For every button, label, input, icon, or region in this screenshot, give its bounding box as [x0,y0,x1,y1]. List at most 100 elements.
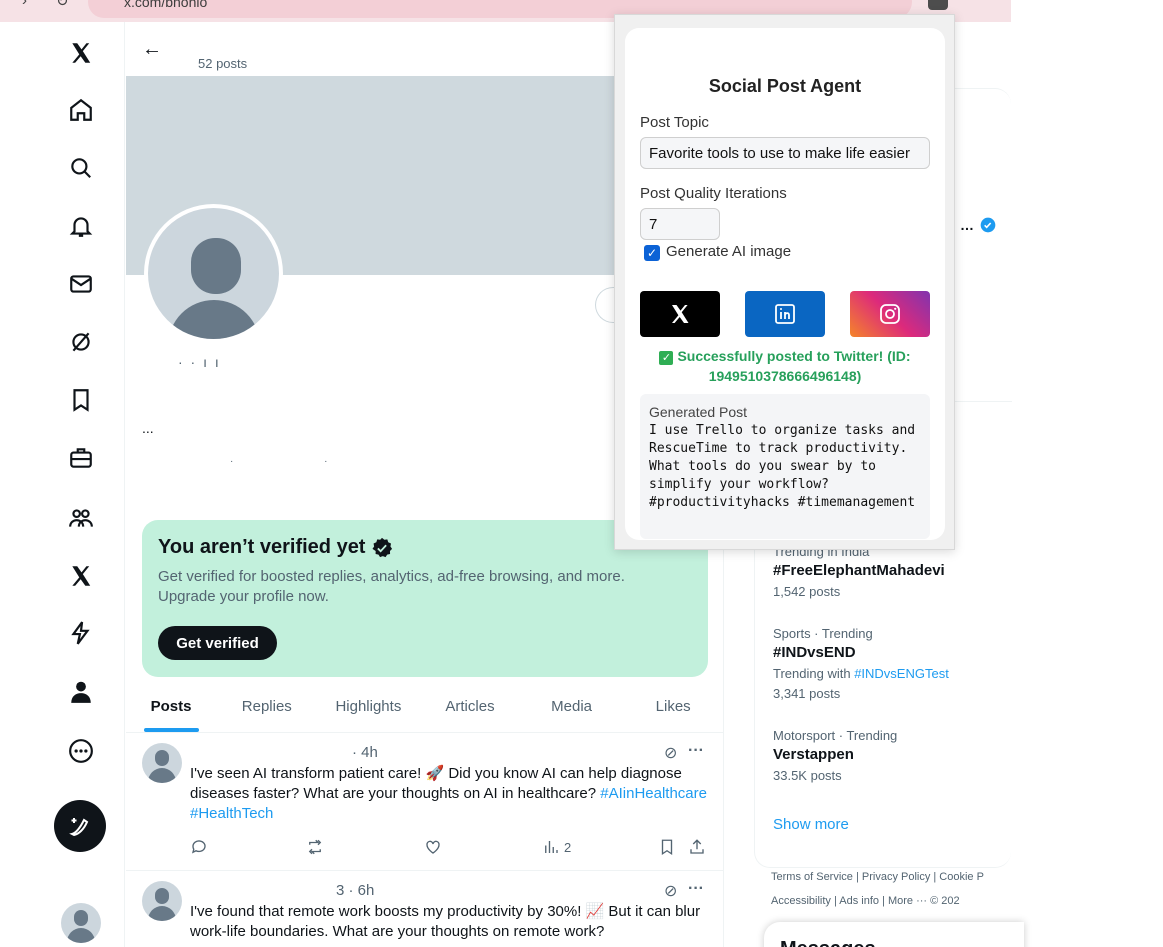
extension-icon[interactable] [928,0,948,10]
tweet-text: I've seen AI transform patient care! 🚀 D… [190,764,710,824]
profile-name: · · ı ı [178,354,221,370]
instagram-icon [880,304,900,324]
views-count: 2 [564,839,572,855]
repost-icon[interactable] [306,838,324,856]
tweet-avatar[interactable] [142,881,182,921]
post-to-instagram-button[interactable] [850,291,930,337]
reload-icon[interactable]: ↻ [56,0,69,10]
like-icon[interactable] [424,838,442,856]
trend-item[interactable]: Sports · Trending #INDvsEND Trending wit… [773,626,949,701]
tweet[interactable]: · 4h ⊘ ··· I've seen AI transform patien… [126,734,724,871]
trend-count: 1,542 posts [773,584,841,599]
trend-item[interactable]: Motorsport · Trending Verstappen 33.5K p… [773,728,897,783]
views-icon[interactable]: 2 [542,838,571,856]
grok-icon[interactable]: ⊘ [664,743,677,763]
trend-category: Sports · Trending [773,626,873,641]
left-nav [0,22,125,947]
trend-item[interactable]: Trending in India #FreeElephantMahadevi … [773,544,945,599]
verified-orgs-icon[interactable] [62,614,100,652]
tab-media[interactable]: Media [521,680,623,732]
home-icon[interactable] [62,91,100,129]
grok-icon[interactable] [62,323,100,361]
forward-icon[interactable]: › [22,0,27,9]
tab-articles[interactable]: Articles [419,680,521,732]
tweet-timestamp[interactable]: 3 · 6h [336,882,374,899]
share-icon[interactable] [688,838,706,856]
messages-icon[interactable] [62,265,100,303]
iterations-input[interactable] [640,208,720,240]
iterations-label: Post Quality Iterations [640,185,787,202]
generated-post-label: Generated Post [649,404,748,420]
show-more-link[interactable]: Show more [773,816,849,833]
tab-highlights[interactable]: Highlights [318,680,420,732]
profile-tabs: Posts Replies Highlights Articles Media … [126,680,724,733]
linkedin-icon [775,304,795,324]
footer-links-row-2[interactable]: Accessibility | Ads info | More ··· © 20… [771,895,960,907]
profile-icon[interactable] [62,673,100,711]
generated-post-box: Generated Post I use Trello to organize … [640,394,930,539]
viewport-edge [1011,0,1163,947]
x-logo-icon [672,305,689,323]
trend-related: Trending with #INDvsENGTest [773,666,949,681]
tweet-avatar[interactable] [142,743,182,783]
jobs-icon[interactable] [62,439,100,477]
post-to-linkedin-button[interactable] [745,291,825,337]
trend-name: #INDvsEND [773,644,856,661]
bookmark-icon[interactable] [658,838,676,856]
compose-post-button[interactable] [54,800,106,852]
profile-avatar[interactable] [144,204,283,343]
search-icon[interactable] [62,149,100,187]
post-topic-label: Post Topic [640,114,709,131]
footer-links-row-1[interactable]: Terms of Service | Privacy Policy | Cook… [771,871,984,883]
communities-icon[interactable] [62,499,100,537]
truncated-user-ellipsis: … [960,217,974,233]
post-status-text: Successfully posted to Twitter! (ID: 194… [677,348,911,384]
trend-name: #FreeElephantMahadevi [773,562,945,579]
verify-description: Get verified for boosted replies, analyt… [158,568,625,605]
popup-card: Social Post Agent Post Topic Post Qualit… [625,28,945,540]
post-status-message: ✓ Successfully posted to Twitter! (ID: 19… [645,346,925,386]
messages-title: Messages [780,938,876,947]
address-text[interactable]: x.com/bnohio [124,0,207,10]
profile-meta: · · [230,456,372,467]
messages-drawer[interactable]: Messages [764,922,1024,947]
verify-title: You aren’t verified yet [158,536,692,559]
post-topic-input[interactable] [640,137,930,169]
trend-related-link[interactable]: #INDvsENGTest [854,666,949,681]
extension-popup: Social Post Agent Post Topic Post Qualit… [614,14,955,550]
notifications-icon[interactable] [62,207,100,245]
more-options-icon[interactable]: ··· [688,880,704,898]
popup-title: Social Post Agent [708,76,862,96]
trend-related-label: Trending with [773,666,851,681]
bookmarks-icon[interactable] [62,381,100,419]
trend-category: Motorsport · Trending [773,728,898,743]
tweet[interactable]: 3 · 6h ⊘ ··· I've found that remote work… [126,871,724,947]
more-icon[interactable] [62,732,100,770]
ai-image-label[interactable]: Generate AI image [666,243,791,260]
tab-replies[interactable]: Replies [216,680,318,732]
account-avatar[interactable] [61,903,101,943]
x-logo-icon[interactable] [62,34,100,72]
verified-badge-icon [980,217,996,233]
generated-post-text[interactable]: I use Trello to organize tasks and Rescu… [649,422,921,512]
trend-count: 3,341 posts [773,686,841,701]
trend-count: 33.5K posts [773,768,842,783]
grok-icon[interactable]: ⊘ [664,881,677,901]
more-options-icon[interactable]: ··· [688,742,704,760]
post-to-x-button[interactable] [640,291,720,337]
get-verified-button[interactable]: Get verified [158,626,277,660]
tab-posts[interactable]: Posts [126,680,216,732]
trend-name: Verstappen [773,746,854,763]
tweet-timestamp[interactable]: · 4h [352,744,378,761]
profile-post-count: 52 posts [198,56,248,71]
tweet-actions: 2 [190,838,710,858]
success-check-icon: ✓ [659,351,674,365]
verify-title-text: You aren’t verified yet [158,536,366,558]
premium-x-icon[interactable] [62,557,100,595]
profile-bio: ... [142,420,154,436]
ai-image-checkbox[interactable]: ✓ [644,245,660,261]
back-arrow-icon[interactable]: ← [142,38,162,61]
tab-likes[interactable]: Likes [622,680,724,732]
reply-icon[interactable] [190,838,208,856]
tweet-text: I've found that remote work boosts my pr… [190,903,701,940]
